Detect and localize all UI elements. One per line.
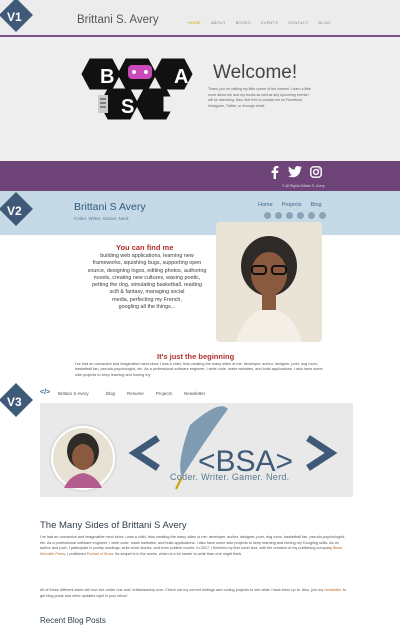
v3-code-logo[interactable]: </> <box>40 389 50 396</box>
social-icon[interactable] <box>264 212 271 219</box>
v3-site-name[interactable]: Brittani S Avery <box>58 391 89 396</box>
v3-banner: <BSA> <box>40 403 353 497</box>
instagram-icon[interactable] <box>310 166 322 178</box>
version-badge-v1: V1 <box>7 10 22 24</box>
v3-site-screenshot: </> Brittani S Avery Blog Resume Project… <box>0 383 400 627</box>
find-line: googling all the things... <box>118 304 176 311</box>
v3-menu-blog[interactable]: Blog <box>106 391 115 396</box>
v2-find-heading: You can find me <box>116 243 174 252</box>
v2-begin-text: I've had an overactive and imaginative m… <box>75 362 323 377</box>
v2-begin-heading: It's just the beginning <box>157 352 235 361</box>
v1-hero <box>0 37 400 161</box>
v3-link-book[interactable]: Portrait of Moss <box>87 552 114 556</box>
v1-intro-text: Thank you for visiting my little corner … <box>208 87 311 108</box>
v1-navbar <box>0 0 400 36</box>
v2-menu-projects[interactable]: Projects <box>282 202 302 208</box>
para-text: I've had an overactive and imaginative m… <box>40 535 346 551</box>
v2-header <box>0 191 400 235</box>
v2-profile-photo <box>216 222 322 342</box>
para-text: . Its sequel is in the works, which is a… <box>113 551 243 556</box>
v1-hex-logo: B A S <box>81 58 193 120</box>
v2-menu: Home Projects Blog <box>258 202 322 208</box>
find-line: source, designing logos, editing photos,… <box>87 267 207 274</box>
twitter-icon[interactable] <box>288 166 302 178</box>
social-icon[interactable] <box>297 212 304 219</box>
find-line: petting the dog, simulating basketball, … <box>92 282 202 289</box>
v2-site-screenshot: Brittani S Avery Coder. Writer. Gamer. N… <box>0 191 400 383</box>
v3-banner-tagline: Coder. Writer. Gamer. Nerd. <box>170 472 290 482</box>
find-line: media, perfecting my French, <box>112 296 182 303</box>
v3-banner-art: <BSA> <box>49 406 338 492</box>
social-icon[interactable] <box>275 212 282 219</box>
v1-menu-blog[interactable]: BLOG <box>318 20 330 25</box>
v1-site-screenshot: Brittani S. Avery HOME ABOUT BOOKS EVENT… <box>0 0 400 191</box>
social-icon[interactable] <box>286 212 293 219</box>
v2-site-name[interactable]: Brittani S Avery <box>74 201 146 213</box>
v2-menu-home[interactable]: Home <box>258 202 273 208</box>
version-badge-v3: V3 <box>7 395 22 409</box>
v3-recent-posts-heading: Recent Blog Posts <box>40 616 106 625</box>
v1-menu-books[interactable]: BOOKS <box>236 20 251 25</box>
facebook-icon[interactable] <box>270 166 280 179</box>
v3-link-newsletter[interactable]: newsletter <box>324 588 341 592</box>
svg-text:A: A <box>174 66 188 88</box>
v3-paragraph-2: All of these different sides will now li… <box>40 588 350 599</box>
v2-find-text: building web applications, learning new … <box>76 253 218 311</box>
v3-paragraph-1: I've had an overactive and imaginative m… <box>40 535 350 557</box>
v1-menu-about[interactable]: ABOUT <box>211 20 226 25</box>
v1-site-name[interactable]: Brittani S. Avery <box>77 14 159 26</box>
v3-menu-newsletter[interactable]: Newsletter <box>184 391 205 396</box>
v3-menu-projects[interactable]: Projects <box>156 391 172 396</box>
v1-menu: HOME ABOUT BOOKS EVENTS CONTACT BLOG <box>188 20 330 25</box>
v3-menu: Blog Resume Projects Newsletter <box>106 391 205 396</box>
v1-social-links <box>270 166 322 179</box>
v1-menu-events[interactable]: EVENTS <box>261 20 278 25</box>
svg-text:B: B <box>100 66 114 88</box>
v2-menu-blog[interactable]: Blog <box>311 202 322 208</box>
v1-footer <box>0 161 400 191</box>
v1-menu-contact[interactable]: CONTACT <box>288 20 308 25</box>
svg-text:S: S <box>121 96 134 118</box>
v3-page-title: The Many Sides of Brittani S Avery <box>40 520 187 531</box>
find-line: scifi & fantasy, managing social <box>109 289 185 296</box>
version-badge-v2: V2 <box>7 204 22 218</box>
social-icon[interactable] <box>319 212 326 219</box>
find-line: building web applications, learning new <box>100 253 194 259</box>
v1-welcome-heading: Welcome! <box>213 62 298 83</box>
para-text: All of these different sides will now li… <box>40 588 324 592</box>
v2-tagline: Coder. Writer. Gamer. Nerd. <box>74 216 130 221</box>
v2-social-icons <box>264 212 326 219</box>
v3-menu-resume[interactable]: Resume <box>127 391 144 396</box>
v1-menu-home[interactable]: HOME <box>188 20 201 25</box>
find-line: novels, creating new cultures, waxing po… <box>93 274 201 281</box>
v1-copyright: © All Rights Brittani S. Avery <box>282 184 325 188</box>
para-text: , I published <box>65 551 86 556</box>
social-icon[interactable] <box>308 212 315 219</box>
find-line: frameworks, squishing bugs, supporting o… <box>92 260 202 267</box>
